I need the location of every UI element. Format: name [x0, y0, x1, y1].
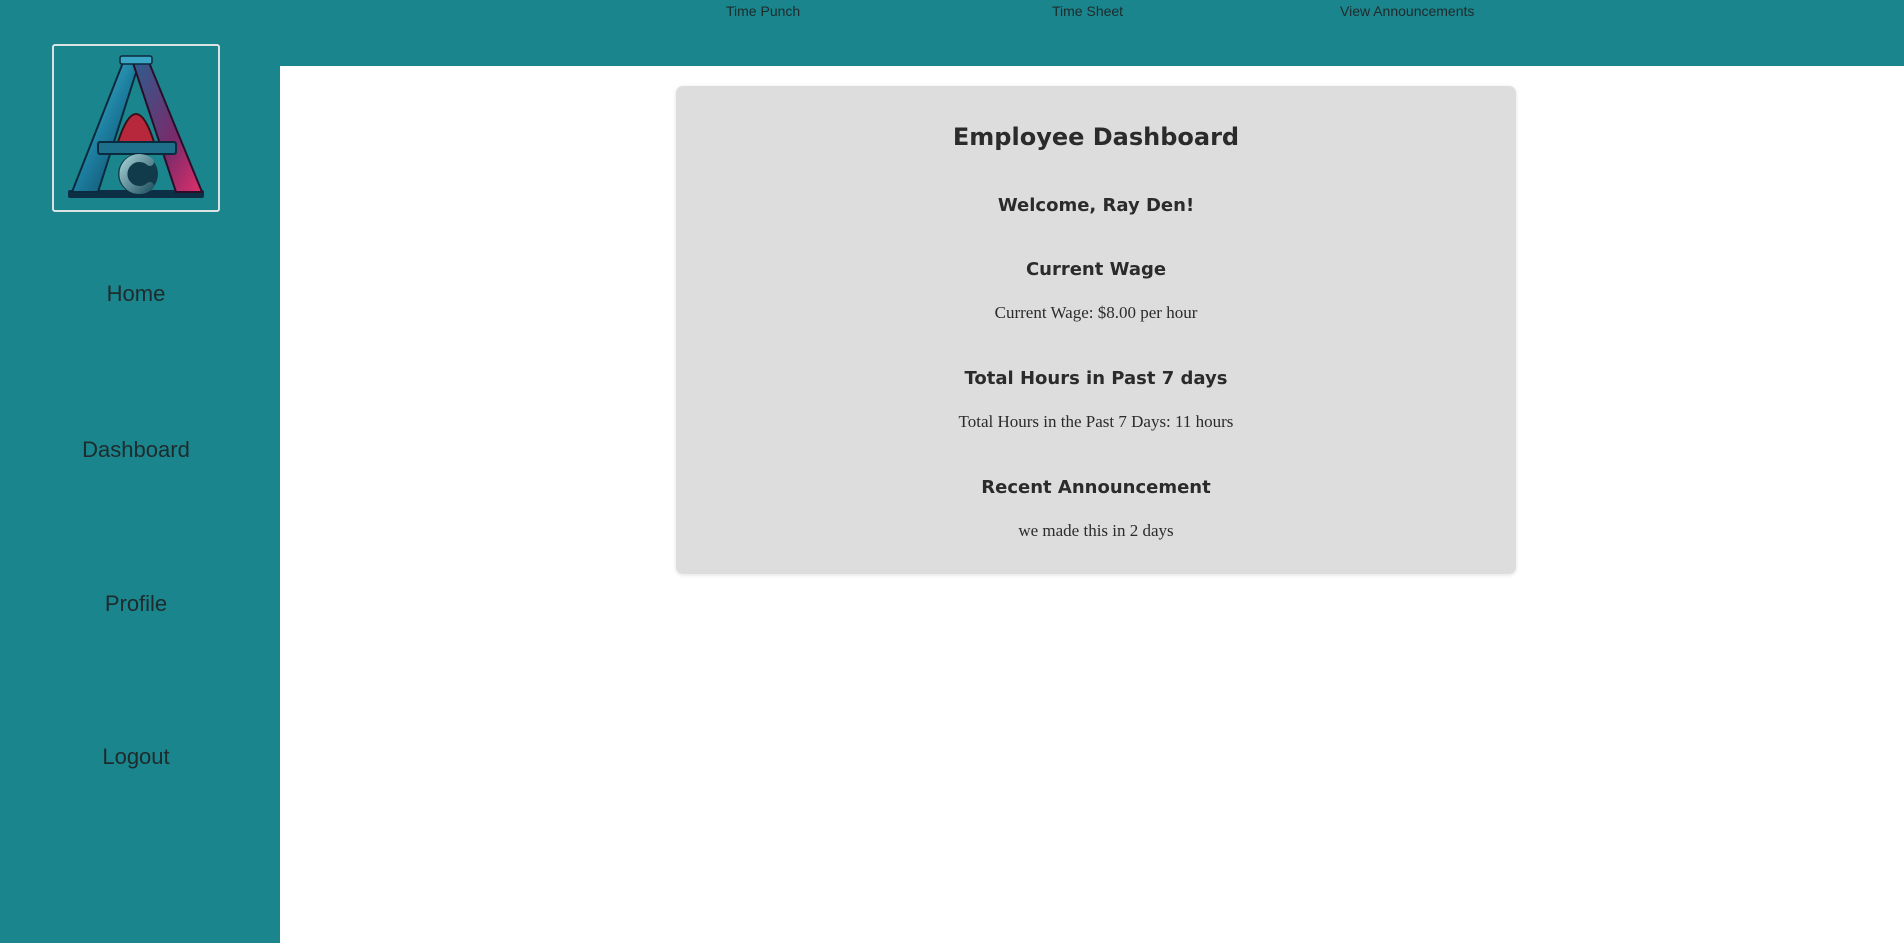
sidebar-item-home[interactable]: Home	[0, 280, 272, 308]
logo[interactable]	[52, 44, 220, 212]
ac-logo-icon	[68, 55, 204, 198]
recent-announcement-heading: Recent Announcement	[981, 477, 1211, 498]
nav-link-view-announcements[interactable]: View Announcements	[1340, 2, 1474, 20]
sidebar: Home Dashboard Profile Logout	[0, 0, 280, 943]
sidebar-item-dashboard[interactable]: Dashboard	[0, 436, 272, 464]
current-wage-heading: Current Wage	[1025, 259, 1167, 280]
page-title: Employee Dashboard	[952, 123, 1240, 151]
nav-link-time-punch[interactable]: Time Punch	[726, 2, 800, 20]
dashboard-card: Employee Dashboard Welcome, Ray Den! Cur…	[676, 86, 1516, 574]
total-hours-heading: Total Hours in Past 7 days	[964, 368, 1228, 389]
top-nav-bar: Time Punch Time Sheet View Announcements	[280, 0, 1904, 66]
sidebar-item-profile[interactable]: Profile	[0, 590, 272, 618]
nav-link-time-sheet[interactable]: Time Sheet	[1052, 2, 1123, 20]
current-wage-value: Current Wage: $8.00 per hour	[994, 303, 1198, 322]
recent-announcement-text: we made this in 2 days	[1018, 521, 1174, 540]
sidebar-item-logout[interactable]: Logout	[0, 743, 272, 771]
welcome-message: Welcome, Ray Den!	[997, 195, 1195, 216]
total-hours-value: Total Hours in the Past 7 Days: 11 hours	[958, 412, 1234, 431]
